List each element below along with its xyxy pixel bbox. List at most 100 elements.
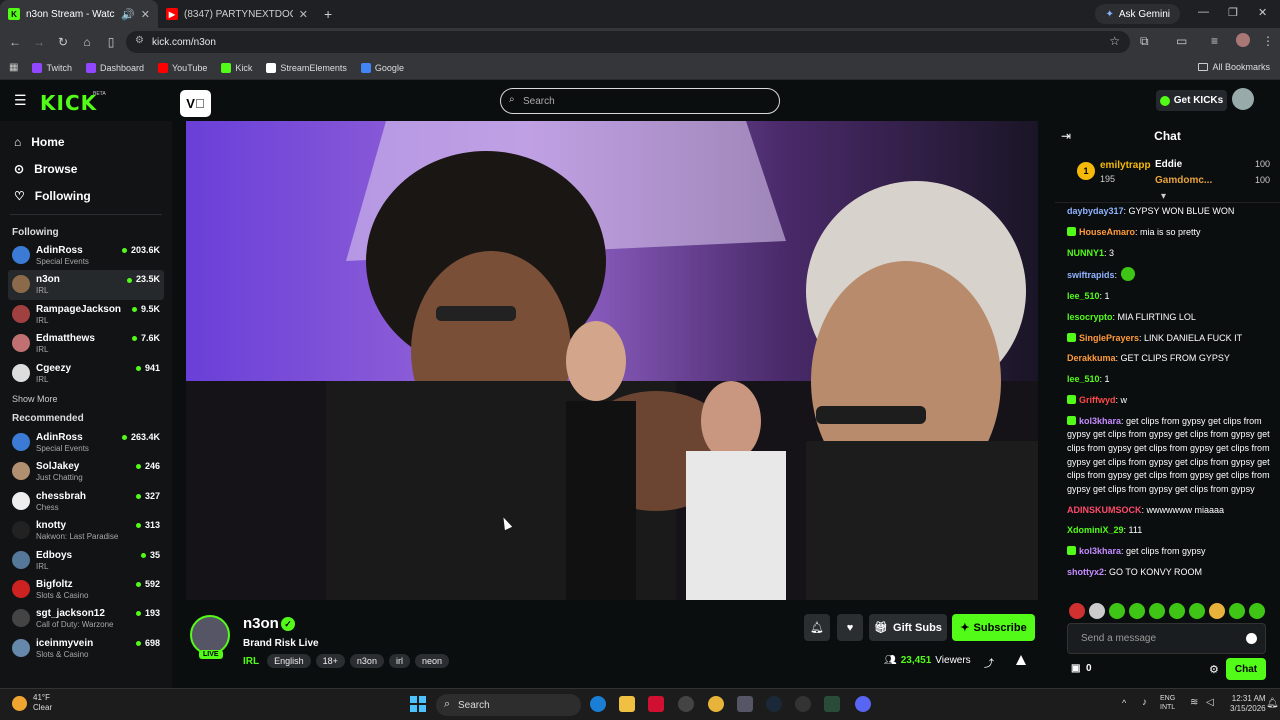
close-window-icon[interactable]: ✕	[1258, 6, 1267, 19]
app-4k-icon[interactable]	[795, 696, 811, 712]
language-indicator[interactable]: ENG INTL	[1160, 694, 1175, 712]
bookmark-item[interactable]: YouTube	[158, 62, 207, 73]
windows-start-icon[interactable]	[410, 696, 426, 712]
chat-username[interactable]: daybyday317	[1067, 206, 1124, 216]
all-bookmarks-button[interactable]: All Bookmarks	[1198, 62, 1270, 72]
top-gifter-name[interactable]: emilytrapp	[1100, 160, 1151, 171]
media-control-icon[interactable]: ≡	[1211, 34, 1218, 48]
search-input[interactable]: ⌕ Search	[500, 88, 780, 114]
channel-avatar[interactable]	[190, 615, 230, 655]
emote-icon[interactable]	[1069, 603, 1085, 619]
system-clock[interactable]: 12:31 AM 3/15/2026	[1230, 694, 1266, 714]
emote-icon[interactable]	[1129, 603, 1145, 619]
emote-icon[interactable]	[1249, 603, 1265, 619]
browser-menu-icon[interactable]: ⋮	[1262, 34, 1274, 48]
file-explorer-icon[interactable]	[619, 696, 635, 712]
sidebar-nav-browse[interactable]: ⊙ Browse	[0, 155, 172, 182]
bookmark-item[interactable]: StreamElements	[266, 62, 347, 73]
chat-username[interactable]: ADINSKUMSOCK	[1067, 505, 1142, 515]
chat-username[interactable]: kol3khara	[1079, 416, 1121, 426]
extensions-icon[interactable]: ⧉	[1140, 34, 1149, 49]
wifi-icon[interactable]: ≋	[1190, 697, 1198, 708]
sidebar-channel[interactable]: iceinmyvein Slots & Casino 698	[0, 634, 172, 663]
apps-grid-icon[interactable]: ▦	[9, 62, 18, 73]
channel-name[interactable]: n3on	[243, 615, 279, 632]
profile-avatar[interactable]	[1236, 33, 1250, 47]
emote-icon[interactable]	[1229, 603, 1245, 619]
sidebar-nav-home[interactable]: ⌂ Home	[0, 128, 172, 155]
sidebar-channel[interactable]: n3on IRL 23.5K	[8, 270, 164, 300]
bookmark-item[interactable]: Kick	[221, 62, 252, 73]
sidebar-nav-following[interactable]: ♡ Following	[0, 182, 172, 209]
subscribe-button[interactable]: ✦ Subscribe	[952, 614, 1035, 641]
emote-icon[interactable]	[1109, 603, 1125, 619]
sidebar-channel[interactable]: AdinRoss Special Events 263.4K	[0, 428, 172, 457]
stream-tag[interactable]: n3on	[349, 654, 384, 668]
forward-icon[interactable]: →	[27, 35, 51, 49]
site-info-icon[interactable]: ⚙	[135, 35, 144, 46]
discord-icon[interactable]	[855, 696, 871, 712]
sidebar-channel[interactable]: Edmatthews IRL 7.6K	[0, 329, 172, 358]
hamburger-menu-icon[interactable]: ☰	[14, 92, 27, 109]
home-browser-icon[interactable]: ⌂	[75, 35, 99, 49]
reload-icon[interactable]: ↻	[51, 35, 75, 49]
weather-widget[interactable]: 41°F Clear	[12, 693, 52, 713]
address-bar[interactable]: ⚙ kick.com/n3on ☆	[126, 31, 1130, 53]
user-avatar[interactable]	[1232, 88, 1254, 110]
report-warning-icon[interactable]	[1016, 655, 1026, 665]
browser-tab-kick[interactable]: K n3on Stream - Watch Live o 🔊 ✕	[0, 0, 158, 28]
sidebar-channel[interactable]: Bigfoltz Slots & Casino 592	[0, 575, 172, 604]
chat-username[interactable]: SinglePrayers	[1079, 333, 1139, 343]
chat-username[interactable]: Griffwyd	[1079, 395, 1116, 405]
speaker-icon[interactable]: 🔊	[121, 8, 135, 21]
sidebar-channel[interactable]: Cgeezy IRL 941	[0, 359, 172, 388]
sidebar-channel[interactable]: AdinRoss Special Events 203.6K	[0, 241, 172, 270]
sidebar-channel[interactable]: RampageJackson IRL 9.5K	[0, 300, 172, 329]
chat-username[interactable]: shottyx2	[1067, 567, 1104, 577]
new-tab-button[interactable]: +	[316, 6, 340, 22]
expand-leaderboard-icon[interactable]: ▾	[1161, 191, 1166, 202]
chat-username[interactable]: HouseAmaro	[1079, 227, 1135, 237]
tray-chevron-icon[interactable]: ^	[1122, 698, 1126, 708]
app-icon[interactable]	[737, 696, 753, 712]
notification-bell-button[interactable]: 🔔︎	[804, 614, 830, 641]
back-icon[interactable]: ←	[3, 35, 27, 49]
sidebar-channel[interactable]: knotty Nakwon: Last Paradise 313	[0, 516, 172, 545]
stream-tag[interactable]: neon	[414, 654, 449, 668]
notification-icon[interactable]: 🔔︎	[1266, 698, 1279, 709]
follow-heart-button[interactable]: ♥	[837, 614, 863, 641]
adobe-app-icon[interactable]	[648, 696, 664, 712]
video-player[interactable]	[186, 121, 1038, 600]
bookmark-item[interactable]: Dashboard	[85, 62, 144, 73]
send-chat-button[interactable]: Chat	[1226, 658, 1266, 680]
restore-icon[interactable]: ❐	[1228, 6, 1238, 19]
emote-icon[interactable]	[1089, 603, 1105, 619]
chat-username[interactable]: XdominiX_29	[1067, 525, 1124, 535]
kicks-balance[interactable]: ▣ 0	[1071, 663, 1092, 674]
emoji-picker-icon[interactable]	[1246, 633, 1257, 644]
sidebar-channel[interactable]: Edboys IRL 35	[0, 546, 172, 575]
emote-icon[interactable]	[1149, 603, 1165, 619]
ask-gemini-button[interactable]: ✦ Ask Gemini	[1095, 4, 1180, 24]
show-more-link[interactable]: Show More	[0, 388, 172, 410]
stream-tag[interactable]: irl	[388, 654, 410, 668]
volume-icon[interactable]: ◁	[1206, 697, 1214, 708]
chat-username[interactable]: Derakkuma	[1067, 353, 1116, 363]
chat-settings-gear-icon[interactable]: ⚙	[1209, 663, 1219, 676]
emote-icon[interactable]	[1169, 603, 1185, 619]
gifter-name[interactable]: Gamdomc...	[1155, 175, 1212, 186]
send-message-input[interactable]: Send a message	[1067, 623, 1266, 654]
close-tab-icon[interactable]: ✕	[299, 8, 308, 21]
chat-username[interactable]: lee_510	[1067, 291, 1100, 301]
kick-logo[interactable]: KICK	[40, 91, 97, 115]
get-kicks-button[interactable]: Get KICKs	[1156, 90, 1227, 111]
chat-username[interactable]: kol3khara	[1079, 546, 1121, 556]
emote-icon[interactable]	[1189, 603, 1205, 619]
stream-category[interactable]: IRL	[243, 656, 259, 667]
close-tab-icon[interactable]: ✕	[141, 8, 150, 21]
browser-tab-youtube[interactable]: ▶ (8347) PARTYNEXTDOOR - Onl ✕	[158, 0, 316, 28]
vertical-logo-icon[interactable]: V⃞	[180, 90, 211, 117]
gift-subs-button[interactable]: 🎁︎ Gift Subs	[869, 614, 947, 641]
microphone-icon[interactable]: ♪	[1142, 697, 1147, 708]
sidebar-channel[interactable]: chessbrah Chess 327	[0, 487, 172, 516]
